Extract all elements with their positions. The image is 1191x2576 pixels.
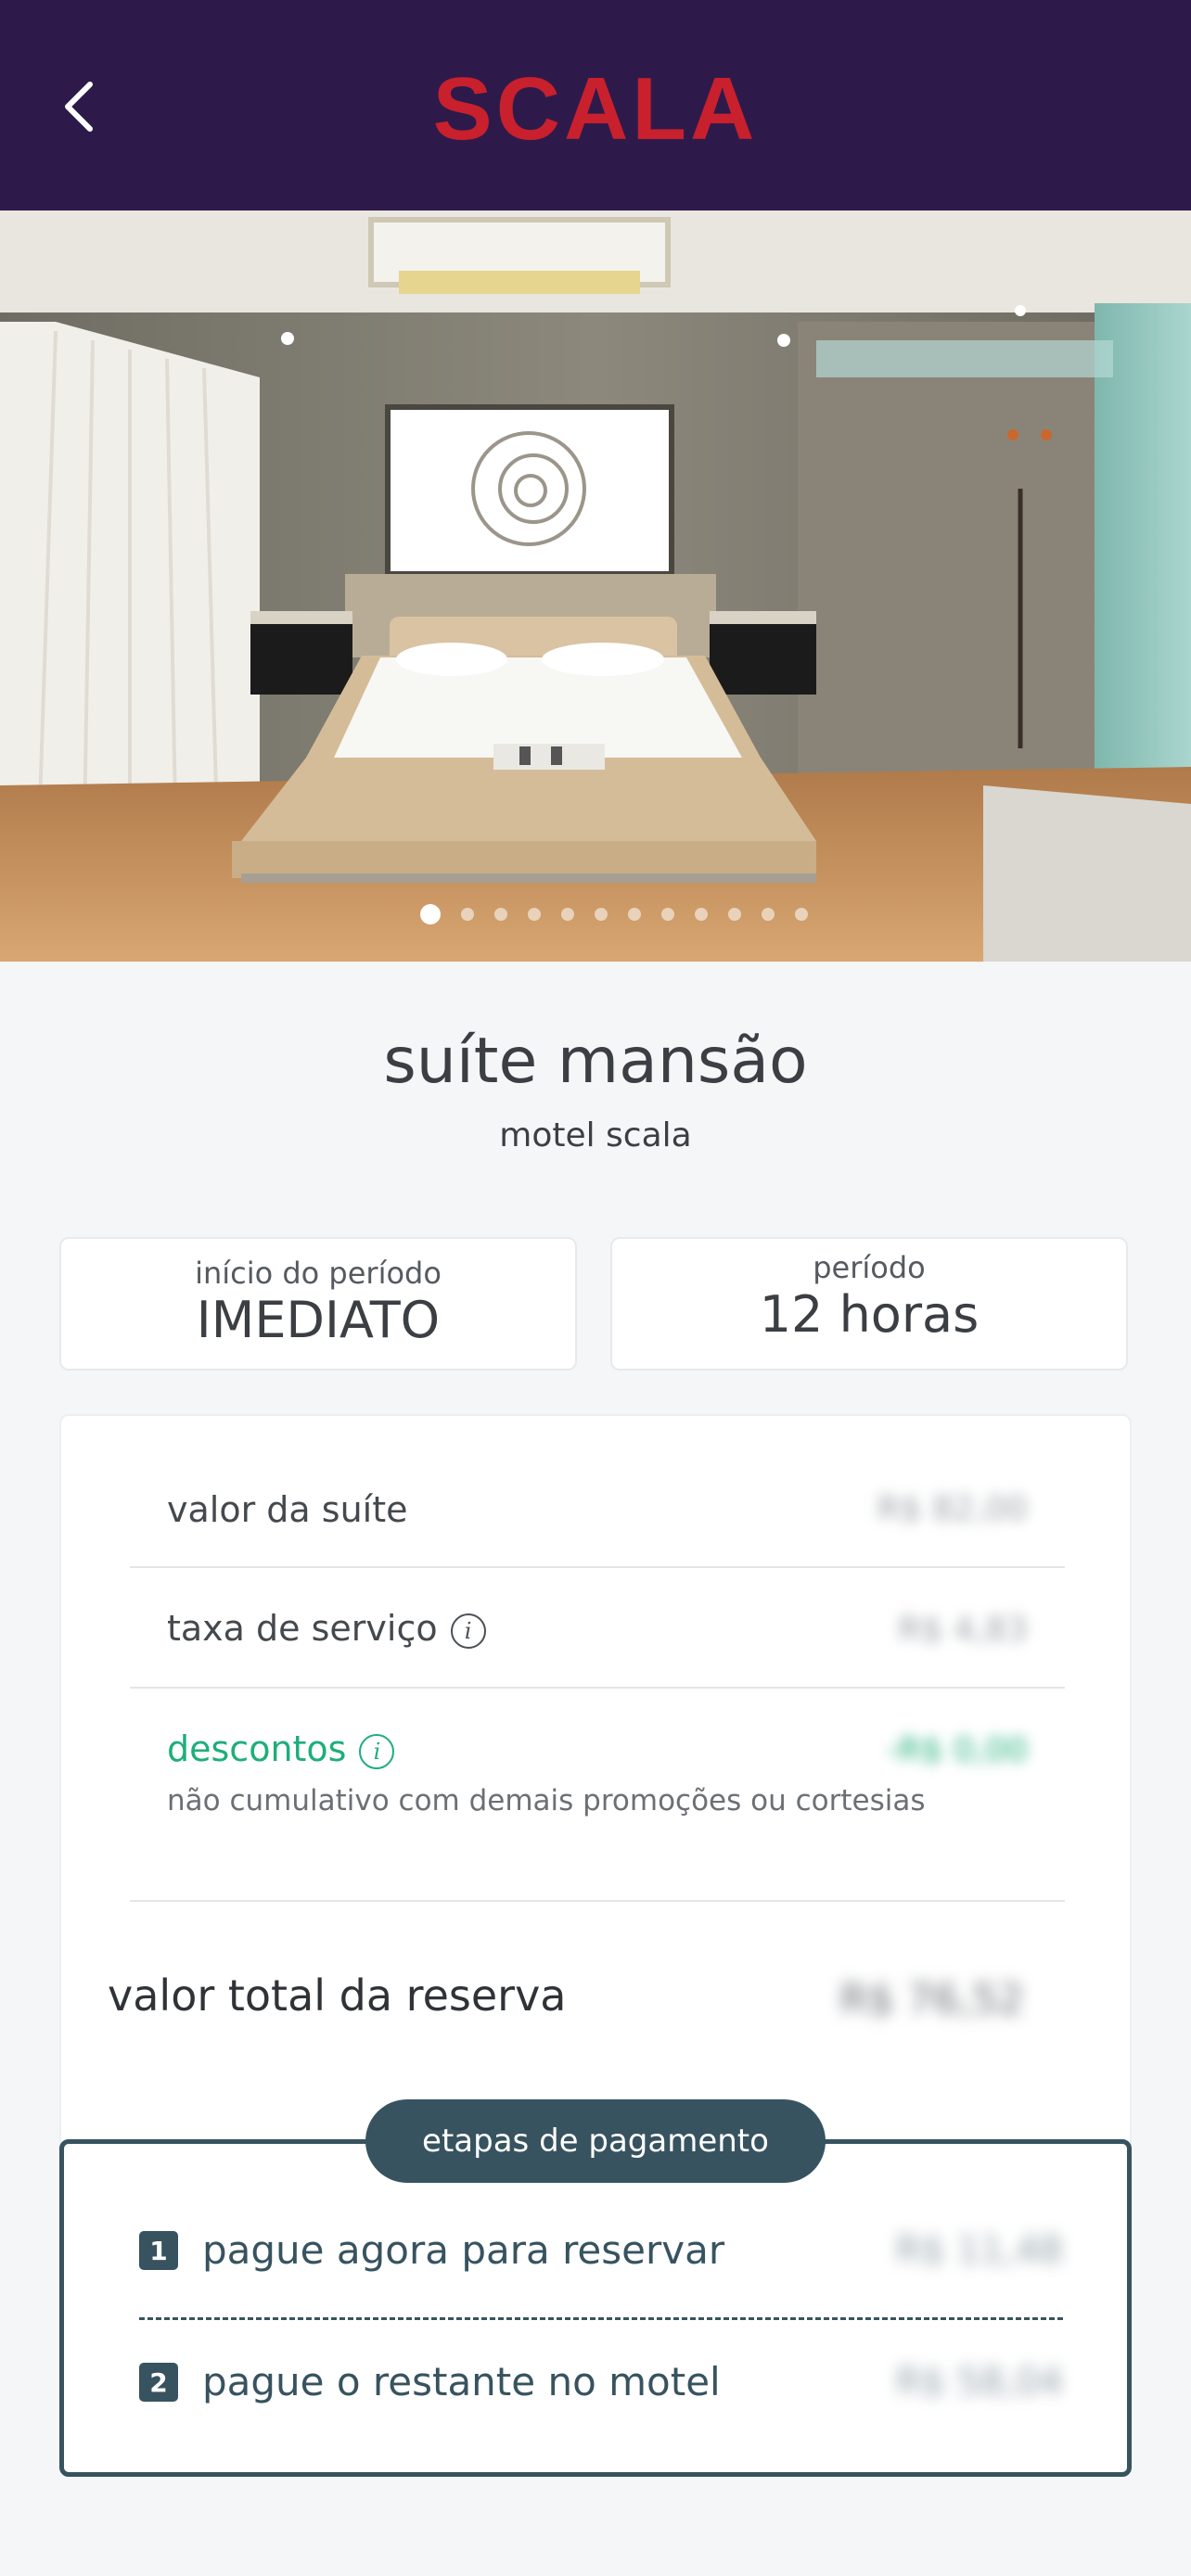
suite-price-label: valor da suíte — [167, 1489, 408, 1530]
price-summary-card: valor da suíte R$ 82,00 taxa de serviço i… — [59, 1414, 1132, 2156]
service-fee-label-wrap: taxa de serviço i — [167, 1607, 486, 1650]
suite-photo-carousel[interactable] — [0, 210, 1191, 962]
brand-logo: SCALA — [432, 59, 759, 159]
discount-row: descontos i -R$ 0,00 não cumulativo com d… — [130, 1687, 1065, 1902]
payment-step-2: 2 pague o restante no motel R$ 58,04 — [139, 2359, 1063, 2405]
carousel-dot[interactable] — [595, 908, 608, 921]
step-label: pague agora para reservar — [202, 2227, 725, 2273]
info-icon[interactable]: i — [359, 1733, 395, 1769]
carousel-pagination[interactable] — [0, 904, 1191, 925]
carousel-dot[interactable] — [695, 908, 708, 921]
payment-step-1: 1 pague agora para reservar R$ 11,48 — [139, 2227, 1063, 2274]
step-amount: R$ 11,48 — [895, 2229, 1063, 2272]
discount-label: descontos — [167, 1728, 347, 1769]
discount-amount: -R$ 0,00 — [886, 1731, 1028, 1769]
step-label: pague o restante no motel — [202, 2359, 721, 2404]
step-amount: R$ 58,04 — [895, 2361, 1063, 2404]
carousel-dot[interactable] — [795, 908, 808, 921]
suite-price-row: valor da suíte R$ 82,00 — [130, 1416, 1065, 1568]
carousel-dot[interactable] — [528, 908, 541, 921]
duration-value: 12 horas — [759, 1285, 980, 1344]
step-number-badge: 1 — [139, 2231, 178, 2270]
duration-label: período — [813, 1250, 926, 1285]
step-divider — [139, 2317, 1063, 2320]
discount-label-wrap: descontos i — [167, 1728, 395, 1770]
carousel-dot[interactable] — [762, 908, 775, 921]
total-label: valor total da reserva — [108, 1970, 567, 2021]
step-number-badge: 2 — [139, 2363, 178, 2402]
service-fee-amount: R$ 4,83 — [898, 1611, 1028, 1649]
carousel-dot[interactable] — [661, 908, 674, 921]
total-amount: R$ 76,52 — [839, 1976, 1024, 2023]
discount-note: não cumulativo com demais promoções ou c… — [167, 1784, 926, 1817]
suite-title: suíte mansão — [383, 1025, 808, 1098]
suite-photo — [0, 210, 1191, 962]
carousel-dot[interactable] — [628, 908, 641, 921]
start-period-label: início do período — [195, 1256, 442, 1291]
payment-steps-box — [59, 2139, 1132, 2477]
service-fee-label: taxa de serviço — [167, 1608, 438, 1649]
carousel-dot[interactable] — [494, 908, 507, 921]
carousel-dot[interactable] — [561, 908, 574, 921]
duration-box[interactable]: período 12 horas — [610, 1237, 1128, 1371]
carousel-dot-active[interactable] — [420, 904, 441, 925]
start-period-value: IMEDIATO — [196, 1291, 441, 1349]
app-header: SCALA — [0, 0, 1191, 210]
carousel-dot[interactable] — [461, 908, 474, 921]
start-period-box[interactable]: início do período IMEDIATO — [59, 1237, 577, 1371]
motel-name: motel scala — [499, 1116, 692, 1154]
payment-steps-heading: etapas de pagamento — [365, 2099, 826, 2183]
info-icon[interactable]: i — [450, 1613, 486, 1649]
service-fee-row: taxa de serviço i R$ 4,83 — [130, 1566, 1065, 1689]
suite-price-amount: R$ 82,00 — [877, 1490, 1028, 1528]
carousel-dot[interactable] — [728, 908, 741, 921]
